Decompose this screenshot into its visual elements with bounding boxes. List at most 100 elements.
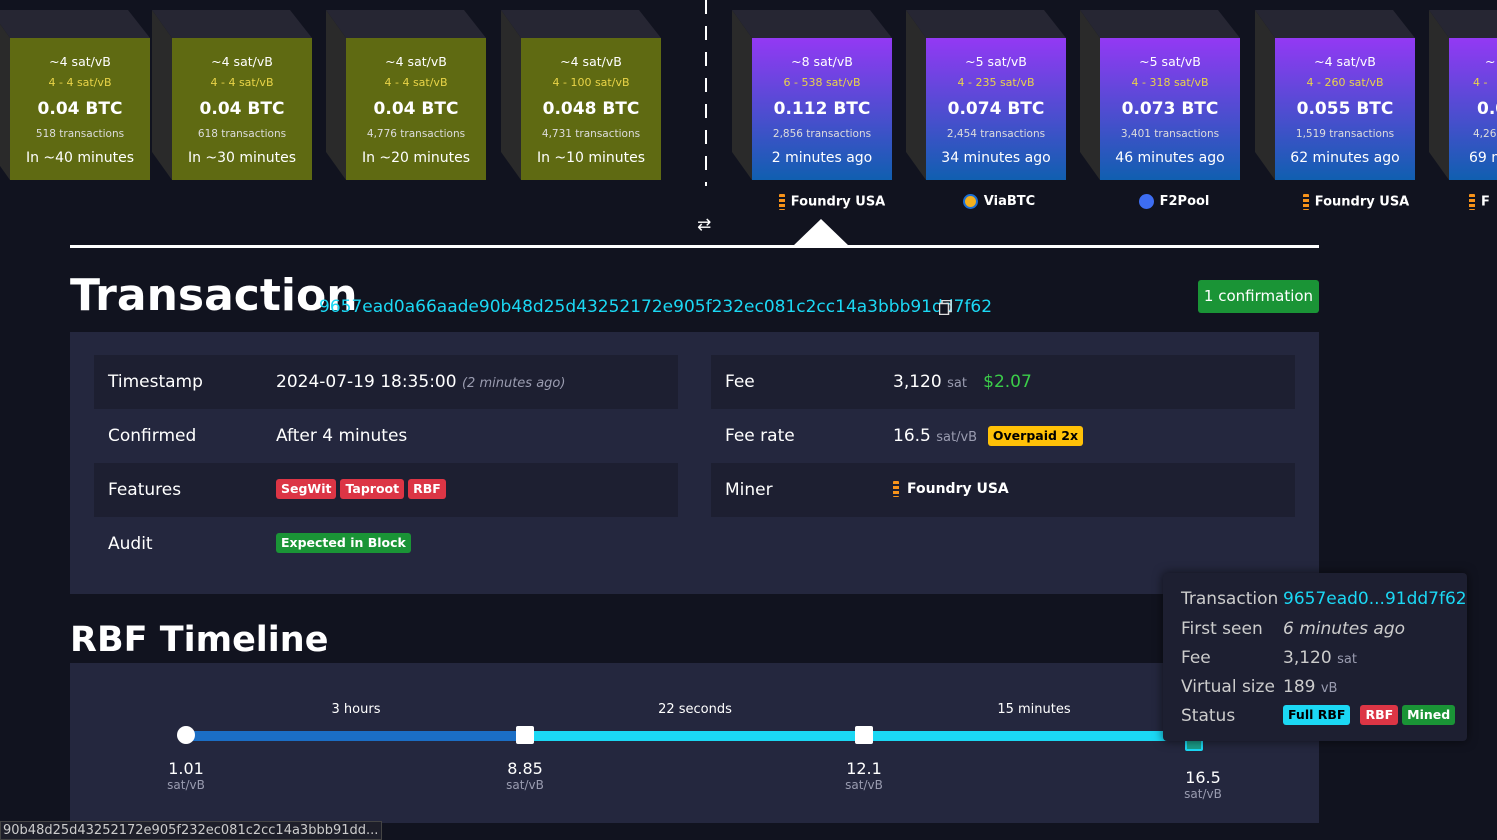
pool-label[interactable]: F2Pool	[1094, 194, 1254, 209]
feerate-unit: sat/vB	[936, 430, 978, 445]
rbf-node[interactable]	[177, 726, 195, 744]
confirmed-row: Confirmed After 4 minutes	[94, 409, 678, 463]
rbf-interval: 22 seconds	[658, 702, 732, 717]
audit-row: Audit Expected in Block	[94, 517, 678, 571]
block-tx-count: 4,263	[1473, 128, 1497, 140]
mined-block[interactable]: ~8 sat/vB 6 - 538 sat/vB 0.112 BTC 2,856…	[732, 10, 892, 180]
mined-block[interactable]: ~5 sat/vB 4 - 235 sat/vB 0.074 BTC 2,454…	[906, 10, 1066, 180]
tooltip-fee-value: 3,120	[1283, 648, 1332, 668]
block-total: 0.073 BTC	[1121, 99, 1219, 119]
browser-status-bar: 90b48d25d43252172e905f232ec081c2cc14a3bb…	[0, 821, 382, 840]
feerate-label: Fee rate	[725, 426, 795, 446]
audit-value: Expected in Block	[276, 533, 415, 553]
block-median-fee: ~4 sat/vB	[385, 54, 447, 69]
block-age: 69 m	[1469, 150, 1497, 166]
tooltip-tx-link[interactable]: 9657ead0...91dd7f62	[1283, 589, 1467, 609]
block-median-fee: ~4 sat/vB	[211, 54, 273, 69]
block-total: 0.048 BTC	[542, 99, 640, 119]
miner-value[interactable]: Foundry USA	[893, 481, 1009, 497]
pool-name: F2Pool	[1159, 194, 1210, 209]
block-total: 0.04 BTC	[373, 99, 459, 119]
tooltip-first-seen: 6 minutes ago	[1283, 619, 1406, 639]
pending-block[interactable]: ~4 sat/vB 4 - 4 sat/vB 0.04 BTC 618 tran…	[152, 10, 312, 180]
block-age: 62 minutes ago	[1290, 150, 1400, 166]
selected-block-pointer	[793, 219, 849, 246]
miner-row: Miner Foundry USA	[711, 463, 1295, 517]
tooltip-tx-label: Transaction	[1181, 589, 1279, 609]
audit-label: Audit	[108, 534, 153, 554]
features-value: SegWit Taproot RBF	[276, 479, 450, 499]
timestamp-row: Timestamp 2024-07-19 18:35:00 (2 minutes…	[94, 355, 678, 409]
timestamp-ago: (2 minutes ago)	[461, 376, 566, 391]
tooltip-vsize-value: 189	[1283, 677, 1316, 697]
block-fee-range: 4 - 318 sat/vB	[1131, 76, 1209, 89]
block-eta: In ~30 minutes	[187, 150, 297, 166]
pool-label[interactable]: Foundry USA	[1276, 194, 1436, 210]
tooltip-first-seen-label: First seen	[1181, 619, 1263, 639]
pending-block[interactable]: ~4 sat/vB 4 - 4 sat/vB 0.04 BTC 4,776 tr…	[326, 10, 486, 180]
feerate-number: 16.5	[893, 426, 931, 446]
block-median-fee: ~4 sat/vB	[49, 54, 111, 69]
swap-icon[interactable]: ⇄	[697, 215, 711, 235]
mined-badge: Mined	[1402, 705, 1456, 725]
features-row: Features SegWit Taproot RBF	[94, 463, 678, 517]
tooltip-vsize: 189 vB	[1283, 677, 1337, 697]
tooltip-vsize-unit: vB	[1320, 681, 1338, 696]
rbf-rate-unit: sat/vB	[1184, 787, 1222, 801]
pool-label[interactable]: F	[1469, 194, 1497, 210]
block-median-fee: ~5 sat/vB	[965, 54, 1027, 69]
block-median-fee: ~8 sat/vB	[791, 54, 853, 69]
block-median-fee: ~	[1485, 54, 1496, 69]
rbf-rate-unit: sat/vB	[845, 778, 883, 792]
rbf-interval: 15 minutes	[997, 702, 1071, 717]
mined-block[interactable]: ~4 sat/vB 4 - 260 sat/vB 0.055 BTC 1,519…	[1255, 10, 1415, 180]
feerate-row: Fee rate 16.5 sat/vB Overpaid 2x	[711, 409, 1295, 463]
mined-block[interactable]: ~ 4 - 0.0 4,263 69 m	[1429, 10, 1497, 180]
block-total: 0.055 BTC	[1296, 99, 1394, 119]
miner-label: Miner	[725, 480, 773, 500]
pool-name: Foundry USA	[1314, 194, 1410, 210]
block-tx-count: 518 transactions	[35, 128, 125, 140]
fee-value: 3,120 sat $2.07	[893, 372, 1032, 392]
block-fee-range: 4 - 4 sat/vB	[210, 76, 274, 89]
fee-usd: $2.07	[983, 372, 1032, 392]
fee-row: Fee 3,120 sat $2.07	[711, 355, 1295, 409]
block-fee-range: 6 - 538 sat/vB	[783, 76, 861, 89]
rbf-node[interactable]	[855, 726, 873, 744]
timestamp-date: 2024-07-19 18:35:00	[276, 372, 457, 392]
fee-sat-unit: sat	[947, 376, 967, 391]
txid-link[interactable]: 9657ead0a66aade90b48d25d43252172e905f232…	[319, 297, 992, 317]
pending-block[interactable]: ~4 sat/vB 4 - 100 sat/vB 0.048 BTC 4,731…	[501, 10, 661, 180]
block-fee-range: 4 - 260 sat/vB	[1306, 76, 1384, 89]
transaction-details: Timestamp 2024-07-19 18:35:00 (2 minutes…	[70, 332, 1319, 594]
block-total: 0.0	[1477, 99, 1497, 119]
block-eta: In ~40 minutes	[25, 150, 135, 166]
rbf-rate-unit: sat/vB	[167, 778, 205, 792]
f2pool-icon	[1138, 194, 1154, 209]
rbf-interval: 3 hours	[331, 702, 381, 717]
foundry-icon	[1469, 194, 1475, 210]
pending-block[interactable]: ~4 sat/vB 4 - 4 sat/vB 0.04 BTC 518 tran…	[0, 10, 150, 180]
block-age: 34 minutes ago	[941, 150, 1051, 166]
confirmation-badge: 1 confirmation	[1198, 280, 1319, 313]
feature-segwit-badge[interactable]: SegWit	[276, 479, 337, 499]
pool-label[interactable]: ViaBTC	[919, 194, 1079, 209]
block-median-fee: ~4 sat/vB	[560, 54, 622, 69]
rbf-rate-unit: sat/vB	[506, 778, 544, 792]
rbf-title: RBF Timeline	[70, 620, 329, 660]
mined-block[interactable]: ~5 sat/vB 4 - 318 sat/vB 0.073 BTC 3,401…	[1080, 10, 1240, 180]
block-tx-count: 4,776 transactions	[366, 128, 466, 140]
pool-label[interactable]: Foundry USA	[752, 194, 912, 210]
pool-name: Foundry USA	[790, 194, 886, 210]
copy-icon[interactable]	[939, 300, 952, 315]
block-tx-count: 2,856 transactions	[772, 128, 872, 140]
feature-rbf-badge[interactable]: RBF	[408, 479, 446, 499]
feature-taproot-badge[interactable]: Taproot	[340, 479, 405, 499]
viabtc-icon	[962, 194, 978, 209]
block-eta: In ~20 minutes	[361, 150, 471, 166]
rbf-node[interactable]	[516, 726, 534, 744]
rbf-badge: RBF	[1360, 705, 1399, 725]
overpaid-badge[interactable]: Overpaid 2x	[987, 426, 1084, 446]
block-median-fee: ~4 sat/vB	[1314, 54, 1376, 69]
timestamp-value: 2024-07-19 18:35:00 (2 minutes ago)	[276, 372, 565, 392]
